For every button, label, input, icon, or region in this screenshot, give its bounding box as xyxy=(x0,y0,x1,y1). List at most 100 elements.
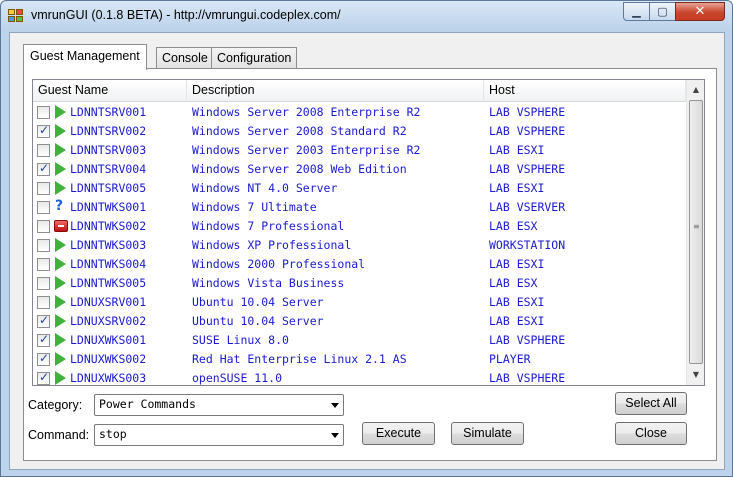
host-cell: LAB ESX xyxy=(489,276,538,290)
guest-list[interactable]: Guest Name Description Host LDNNTSRV001 W… xyxy=(32,79,705,386)
window-title: vmrunGUI (0.1.8 BETA) - http://vmrungui.… xyxy=(31,8,341,22)
table-row[interactable]: LDNNTSRV003 Windows Server 2003 Enterpris… xyxy=(33,141,686,160)
table-row[interactable]: LDNUXWKS003 openSUSE 11.0 LAB VSPHERE xyxy=(33,369,686,385)
play-icon xyxy=(55,333,66,347)
vertical-scrollbar[interactable]: ▲ ≡ ▼ xyxy=(686,80,704,385)
command-select[interactable]: stop xyxy=(94,424,344,446)
play-icon xyxy=(55,238,66,252)
guest-name-cell: LDNUXWKS003 xyxy=(70,371,147,385)
close-window-button[interactable]: ✕ xyxy=(675,2,725,21)
chevron-down-icon xyxy=(331,433,339,438)
grip-icon: ≡ xyxy=(693,222,700,231)
description-cell: Windows Server 2008 Enterprise R2 xyxy=(192,105,421,119)
host-cell: LAB ESX xyxy=(489,219,538,233)
description-cell: Ubuntu 10.04 Server xyxy=(192,295,324,309)
row-checkbox[interactable] xyxy=(37,144,50,157)
table-row[interactable]: LDNNTSRV001 Windows Server 2008 Enterpris… xyxy=(33,103,686,122)
select-all-button[interactable]: Select All xyxy=(615,392,687,415)
minimize-icon: ▁ xyxy=(632,5,641,18)
row-checkbox[interactable] xyxy=(37,161,50,176)
guest-management-panel: Guest Name Description Host LDNNTSRV001 W… xyxy=(23,68,717,461)
description-cell: Ubuntu 10.04 Server xyxy=(192,314,324,328)
row-checkbox[interactable] xyxy=(37,313,50,328)
tab-guest-management[interactable]: Guest Management xyxy=(23,44,147,70)
row-checkbox[interactable] xyxy=(37,277,50,290)
row-checkbox[interactable] xyxy=(37,182,50,195)
table-row[interactable]: LDNUXSRV002 Ubuntu 10.04 Server LAB ESXI xyxy=(33,312,686,331)
guest-name-cell: LDNNTWKS002 xyxy=(70,219,147,233)
guest-name-cell: LDNNTWKS003 xyxy=(70,238,147,252)
table-row[interactable]: ? LDNNTWKS001 Windows 7 Ultimate LAB VSERVE… xyxy=(33,198,686,217)
close-button[interactable]: Close xyxy=(615,422,687,445)
close-icon: ✕ xyxy=(694,4,706,19)
guest-name-cell: LDNNTSRV002 xyxy=(70,124,147,138)
table-row[interactable]: LDNUXSRV001 Ubuntu 10.04 Server LAB ESXI xyxy=(33,293,686,312)
play-icon xyxy=(55,143,66,157)
execute-button[interactable]: Execute xyxy=(362,422,435,445)
play-icon xyxy=(55,124,66,138)
description-cell: Windows NT 4.0 Server xyxy=(192,181,338,195)
row-checkbox[interactable] xyxy=(37,332,50,347)
description-cell: Windows 2000 Professional xyxy=(192,257,366,271)
host-cell: PLAYER xyxy=(489,352,531,366)
play-icon xyxy=(55,371,66,385)
guest-name-cell: LDNUXSRV002 xyxy=(70,314,147,328)
row-checkbox[interactable] xyxy=(37,351,50,366)
row-checkbox[interactable] xyxy=(37,201,50,214)
row-checkbox[interactable] xyxy=(37,220,50,233)
row-checkbox[interactable] xyxy=(37,123,50,138)
table-row[interactable]: LDNNTSRV004 Windows Server 2008 Web Editi… xyxy=(33,160,686,179)
command-value: stop xyxy=(99,427,127,441)
scroll-up-icon[interactable]: ▲ xyxy=(689,82,703,98)
scroll-thumb[interactable]: ≡ xyxy=(689,100,703,364)
description-cell: Windows XP Professional xyxy=(192,238,352,252)
description-cell: Windows 7 Ultimate xyxy=(192,200,317,214)
column-host[interactable]: Host xyxy=(484,80,686,102)
play-icon xyxy=(55,105,66,119)
play-icon xyxy=(55,314,66,328)
row-checkbox[interactable] xyxy=(37,296,50,309)
table-row[interactable]: LDNNTSRV002 Windows Server 2008 Standard … xyxy=(33,122,686,141)
host-cell: LAB ESXI xyxy=(489,257,545,271)
table-row[interactable]: LDNNTSRV005 Windows NT 4.0 Server LAB ESXI xyxy=(33,179,686,198)
table-row[interactable]: LDNNTWKS005 Windows Vista Business LAB ESX xyxy=(33,274,686,293)
host-cell: LAB VSPHERE xyxy=(489,124,566,138)
column-description[interactable]: Description xyxy=(187,80,484,102)
row-checkbox[interactable] xyxy=(37,239,50,252)
guest-name-cell: LDNUXWKS002 xyxy=(70,352,147,366)
guest-name-cell: LDNNTSRV003 xyxy=(70,143,147,157)
host-cell: LAB ESXI xyxy=(489,295,545,309)
table-row[interactable]: LDNNTWKS003 Windows XP Professional WORKST… xyxy=(33,236,686,255)
command-label: Command: xyxy=(28,428,90,442)
tab-configuration[interactable]: Configuration xyxy=(211,47,298,69)
host-cell: LAB VSERVER xyxy=(489,200,566,214)
scroll-down-icon[interactable]: ▼ xyxy=(689,367,703,383)
simulate-button[interactable]: Simulate xyxy=(451,422,524,445)
row-checkbox[interactable] xyxy=(37,258,50,271)
table-row[interactable]: LDNNTWKS002 Windows 7 Professional LAB ESX xyxy=(33,217,686,236)
question-icon: ? xyxy=(55,198,64,214)
description-cell: Windows Server 2003 Enterprise R2 xyxy=(192,143,421,157)
maximize-icon: ▢ xyxy=(657,5,668,18)
play-icon xyxy=(55,181,66,195)
row-checkbox[interactable] xyxy=(37,370,50,385)
guest-name-cell: LDNNTWKS005 xyxy=(70,276,147,290)
tab-console[interactable]: Console xyxy=(156,47,214,69)
description-cell: Windows Server 2008 Web Edition xyxy=(192,162,407,176)
description-cell: Windows 7 Professional xyxy=(192,219,345,233)
maximize-button[interactable]: ▢ xyxy=(649,2,676,21)
host-cell: LAB ESXI xyxy=(489,181,545,195)
description-cell: openSUSE 11.0 xyxy=(192,371,283,385)
category-select[interactable]: Power Commands xyxy=(94,394,344,416)
table-row[interactable]: LDNNTWKS004 Windows 2000 Professional LAB … xyxy=(33,255,686,274)
table-row[interactable]: LDNUXWKS002 Red Hat Enterprise Linux 2.1 … xyxy=(33,350,686,369)
column-guest-name[interactable]: Guest Name xyxy=(33,80,187,102)
row-checkbox[interactable] xyxy=(37,106,50,119)
guest-name-cell: LDNUXSRV001 xyxy=(70,295,147,309)
description-cell: Windows Server 2008 Standard R2 xyxy=(192,124,407,138)
guest-name-cell: LDNNTWKS001 xyxy=(70,200,147,214)
table-row[interactable]: LDNUXWKS001 SUSE Linux 8.0 LAB VSPHERE xyxy=(33,331,686,350)
app-icon xyxy=(8,9,24,23)
category-value: Power Commands xyxy=(99,397,196,411)
minimize-button[interactable]: ▁ xyxy=(623,2,650,21)
